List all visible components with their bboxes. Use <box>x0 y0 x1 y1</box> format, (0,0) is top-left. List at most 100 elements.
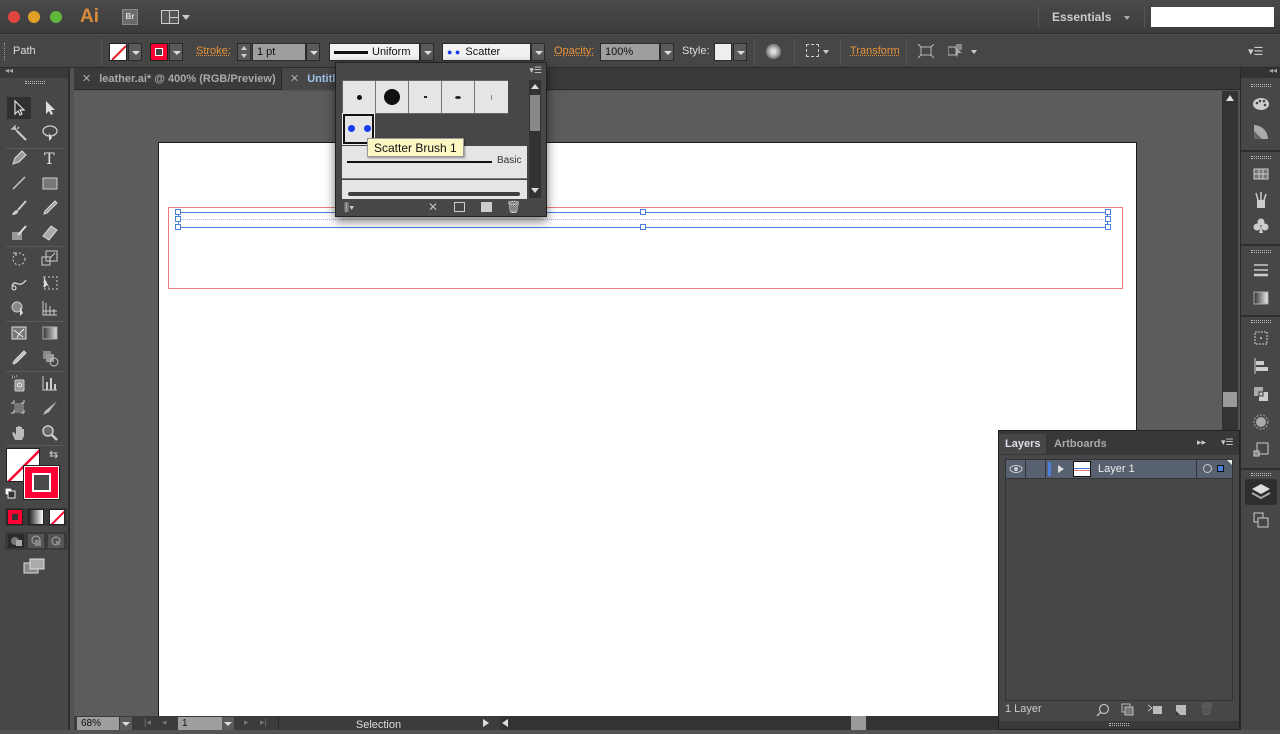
layers-list-area[interactable] <box>1005 479 1233 701</box>
scale-tool[interactable] <box>38 247 62 269</box>
stroke-weight-dropdown[interactable] <box>306 43 320 61</box>
style-dropdown[interactable] <box>733 43 747 61</box>
color-button[interactable] <box>7 509 23 525</box>
tools-panel-header[interactable]: ◂◂ <box>0 66 68 78</box>
selected-art-indicator[interactable] <box>1217 465 1224 472</box>
bbox-handle[interactable] <box>640 224 646 230</box>
workspace-chevron-icon[interactable] <box>1124 16 1130 20</box>
free-transform-tool[interactable] <box>38 272 62 294</box>
warp-tool[interactable] <box>7 272 31 294</box>
recolor-artwork-icon[interactable] <box>766 44 781 59</box>
default-fill-stroke-icon[interactable] <box>4 487 16 499</box>
gradient-button[interactable] <box>28 509 44 525</box>
delete-brush-icon[interactable]: 🗑 <box>506 200 521 214</box>
minimize-window-button[interactable] <box>28 11 40 23</box>
target-icon[interactable] <box>1203 464 1212 473</box>
zoom-dropdown[interactable] <box>120 717 132 730</box>
graphic-styles-panel-icon[interactable] <box>1251 440 1271 460</box>
pathfinder-panel-icon[interactable] <box>1251 384 1271 404</box>
tab-layers[interactable]: Layers <box>999 434 1047 454</box>
align-panel-icon[interactable] <box>1251 356 1271 376</box>
opacity-field[interactable]: 100% <box>600 43 660 61</box>
draw-normal-button[interactable] <box>8 534 24 548</box>
brush-scroll-thumb[interactable] <box>530 95 540 131</box>
vertical-scroll-thumb[interactable] <box>1223 392 1237 407</box>
scroll-left-icon[interactable] <box>502 719 508 727</box>
align-to-selection-icon[interactable] <box>806 44 819 57</box>
blend-tool[interactable] <box>38 347 62 369</box>
bbox-handle[interactable] <box>175 224 181 230</box>
dock-grip[interactable] <box>1251 320 1271 323</box>
dock-grip[interactable] <box>1251 156 1271 159</box>
tab-untitled[interactable]: ✕ Untitle <box>282 68 342 90</box>
graphic-style-swatch[interactable] <box>714 43 732 61</box>
bbox-handle[interactable] <box>175 209 181 215</box>
horizontal-scroll-thumb[interactable] <box>851 716 866 730</box>
close-window-button[interactable] <box>8 11 20 23</box>
variable-width-profile-select[interactable]: Uniform <box>329 43 420 61</box>
stroke-dropdown-button[interactable] <box>169 43 183 61</box>
hand-tool[interactable] <box>7 422 31 444</box>
prev-artboard-icon[interactable]: ◂ <box>162 717 167 728</box>
stroke-swatch-large[interactable] <box>23 465 60 500</box>
slice-tool[interactable] <box>38 397 62 419</box>
artboards-panel-icon[interactable] <box>1251 510 1271 530</box>
make-envelope-icon[interactable] <box>947 44 966 58</box>
arrange-documents-chevron-icon[interactable] <box>182 15 190 20</box>
search-help-input[interactable] <box>1151 7 1274 27</box>
stroke-weight-stepper[interactable] <box>237 43 251 61</box>
collapse-icon[interactable]: ◂◂ <box>5 66 13 75</box>
status-menu-icon[interactable] <box>483 719 489 727</box>
collapse-panel-icon[interactable]: ▸▸ <box>1197 437 1206 448</box>
direct-selection-tool[interactable] <box>38 97 62 119</box>
layer-name[interactable]: Layer 1 <box>1098 463 1135 475</box>
make-clipping-mask-icon[interactable] <box>1121 703 1135 717</box>
profile-dropdown-button[interactable] <box>420 43 434 61</box>
swatches-panel-icon[interactable] <box>1251 164 1271 184</box>
brush-panel-menu-icon[interactable]: ▾☰ <box>529 65 542 76</box>
control-bar-grip[interactable] <box>4 43 6 61</box>
eraser-tool[interactable] <box>38 222 62 244</box>
rectangle-tool[interactable] <box>38 172 62 194</box>
bridge-button[interactable]: Br <box>122 9 138 25</box>
transform-panel-icon[interactable] <box>1251 328 1271 348</box>
layer-row[interactable]: Layer 1 <box>1005 459 1233 479</box>
rotate-tool[interactable] <box>7 247 31 269</box>
draw-behind-button[interactable] <box>28 534 44 548</box>
brush-item[interactable] <box>343 81 376 113</box>
zoom-window-button[interactable] <box>50 11 62 23</box>
close-tab-icon[interactable]: ✕ <box>290 73 299 85</box>
appearance-panel-icon[interactable] <box>1251 412 1271 432</box>
align-chevron-icon[interactable] <box>823 50 829 54</box>
brush-list-scrollbar[interactable] <box>529 80 541 198</box>
create-new-layer-icon[interactable] <box>1174 703 1188 717</box>
paintbrush-tool[interactable] <box>7 197 31 219</box>
create-new-sublayer-icon[interactable] <box>1147 703 1163 717</box>
symbol-sprayer-tool[interactable] <box>7 372 31 394</box>
dock-header[interactable]: ◂◂ <box>1241 66 1280 78</box>
color-guide-icon[interactable] <box>1251 122 1271 142</box>
scroll-up-icon[interactable] <box>1226 95 1234 101</box>
brush-options-icon[interactable] <box>454 202 465 212</box>
new-brush-icon[interactable] <box>481 202 492 212</box>
expand-panels-icon[interactable]: ◂◂ <box>1269 66 1277 75</box>
panel-resize-bar[interactable] <box>999 721 1239 729</box>
tab-artboards[interactable]: Artboards <box>1048 434 1113 454</box>
artboard-number-field[interactable]: 1 <box>178 717 222 730</box>
status-text[interactable]: Selection <box>278 716 478 731</box>
color-panel-icon[interactable] <box>1251 94 1271 114</box>
brush-dropdown-button[interactable] <box>531 43 545 61</box>
opacity-panel-link[interactable]: Opacity: <box>554 45 594 57</box>
workspace-switcher[interactable]: Essentials <box>1052 10 1111 24</box>
opacity-dropdown[interactable] <box>660 43 674 61</box>
lasso-tool[interactable] <box>38 122 62 144</box>
change-screen-mode-button[interactable] <box>22 557 46 575</box>
artboard-tool[interactable] <box>7 397 31 419</box>
magic-wand-tool[interactable] <box>7 122 31 144</box>
bbox-handle[interactable] <box>640 209 646 215</box>
draw-inside-button[interactable] <box>48 534 64 548</box>
delete-layer-icon[interactable]: 🗑 <box>1199 702 1214 716</box>
pencil-tool[interactable] <box>38 197 62 219</box>
bbox-handle[interactable] <box>1105 209 1111 215</box>
bbox-handle[interactable] <box>1105 224 1111 230</box>
